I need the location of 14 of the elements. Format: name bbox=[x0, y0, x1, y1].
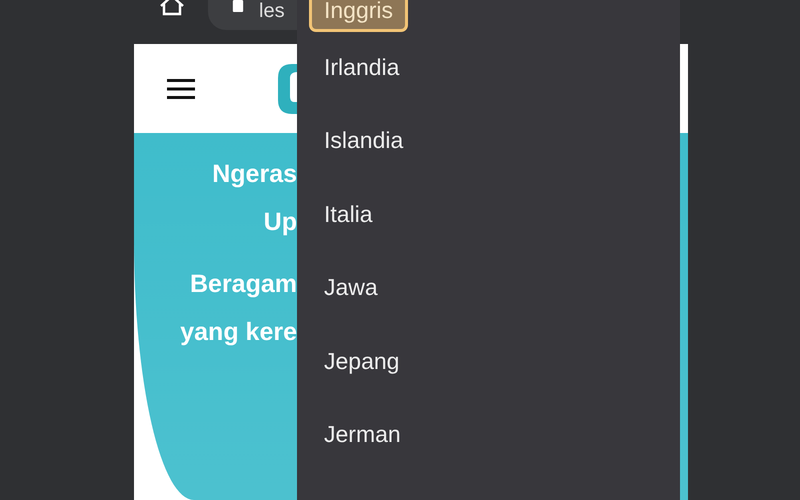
url-text: les bbox=[259, 0, 285, 22]
menu-option[interactable]: Irlandia bbox=[309, 44, 414, 89]
menu-option[interactable]: Jawa bbox=[309, 265, 393, 310]
page-icon bbox=[232, 0, 244, 12]
menu-icon[interactable] bbox=[167, 78, 195, 100]
menu-option[interactable]: Jepang bbox=[309, 338, 414, 383]
subtitle-text: Beragam bbox=[190, 269, 297, 300]
headline-text: Ngeras bbox=[212, 159, 297, 190]
subtitle-text: yang kere bbox=[180, 317, 297, 348]
menu-option[interactable]: Italia bbox=[309, 192, 388, 236]
menu-option[interactable]: Islandia bbox=[309, 118, 418, 162]
headline-text: Up bbox=[264, 207, 297, 238]
menu-option[interactable]: Jerman bbox=[309, 412, 416, 456]
home-icon[interactable] bbox=[158, 0, 186, 16]
